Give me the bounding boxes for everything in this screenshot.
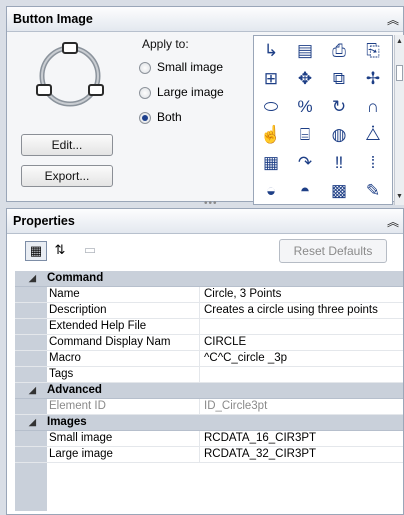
property-value[interactable]: Creates a circle using three points [201,303,404,318]
radio-large-image[interactable]: Large image [139,84,224,100]
text-block-icon[interactable]: ⌸ [291,121,319,149]
category-label: Command [47,272,104,284]
property-name: Element ID [49,399,200,414]
scroll-down-icon[interactable]: ▼ [396,193,403,200]
rotate-icon[interactable]: ↻ [325,93,353,121]
globe-icon[interactable]: ◍ [325,121,353,149]
magnet-icon[interactable]: ∩ [359,93,387,121]
properties-header[interactable]: Properties ︽ [7,209,403,234]
hand-pan-icon[interactable]: ☝ [257,121,285,149]
pencil-icon[interactable]: ✎ [359,177,387,204]
property-row[interactable]: Command Display Nam CIRCLE [15,335,403,351]
offset-icon[interactable]: ⬭ [257,93,285,121]
percent-icon[interactable]: % [291,93,319,121]
move-icon[interactable]: ✥ [291,65,319,93]
expand-triangle-icon[interactable]: ◢ [29,415,36,430]
expand-triangle-icon[interactable]: ◢ [29,383,36,398]
property-name: Tags [49,367,200,382]
grid-icon[interactable]: ▩ [325,177,353,204]
property-value[interactable]: RCDATA_16_CIR3PT [201,431,404,446]
property-row[interactable]: Extended Help File [15,319,403,335]
reset-defaults-button[interactable]: Reset Defaults [279,239,387,263]
radio-circle-icon[interactable] [139,86,151,99]
property-pages-icon[interactable]: ▭ [79,241,101,261]
property-row[interactable]: Name Circle, 3 Points [15,287,403,303]
property-name: Description [49,303,200,318]
export-button[interactable]: Export... [21,165,113,187]
property-value[interactable]: CIRCLE [201,335,404,350]
icon-grid[interactable]: ↳ ▤ ⎙ ⎘ ⊞ ✥ ⧉ ✢ ⬭% ↻ ∩ ☝ ⌸ ◍ ⧊ ▦ ↷ ‼ ⁞ ◒ ◓ ▩ ✎ [253,35,393,205]
radio-circle-icon[interactable] [139,111,151,124]
category-row[interactable]: ◢ Advanced [15,383,403,399]
footprints-icon[interactable]: ‼ [325,149,353,177]
property-row[interactable]: Macro ^C^C_circle _3p [15,351,403,367]
property-row[interactable]: Description Creates a circle using three … [15,303,403,319]
collapse-chevron-icon[interactable]: ︽ [387,11,399,28]
property-row[interactable]: Element ID ID_Circle3pt [15,399,403,415]
radio-circle-icon[interactable] [139,61,151,74]
rotate-arrow-icon[interactable]: ↷ [291,149,319,177]
lightbulb-icon[interactable]: ◒ [257,177,285,204]
category-label: Advanced [47,384,102,396]
properties-panel: Properties ︽ ▦ ⇅ ▭ Reset Defaults ◢ Comma… [6,208,404,515]
collapse-chevron-icon[interactable]: ︽ [387,213,399,230]
shapes-icon[interactable]: ◓ [291,177,319,204]
property-row[interactable]: Small image RCDATA_16_CIR3PT [15,431,403,447]
radio-both[interactable]: Both [139,109,182,125]
button-image-title: Button Image [13,12,93,26]
radio-small-image[interactable]: Small image [139,59,223,75]
property-name: Extended Help File [49,319,200,334]
property-name: Large image [49,447,200,462]
steps-icon[interactable]: ⁞ [359,149,387,177]
property-row[interactable]: Tags [15,367,403,383]
categorized-view-icon[interactable]: ▦ [25,241,47,261]
polyline-icon[interactable]: ↳ [257,37,285,65]
property-row[interactable]: Large image RCDATA_32_CIR3PT [15,447,403,463]
paste-icon[interactable]: ⎘ [359,37,387,65]
category-label: Images [47,416,87,428]
properties-toolbar: ▦ ⇅ ▭ Reset Defaults [7,233,403,267]
circle-preview-icon [36,42,104,107]
property-value[interactable]: ^C^C_circle _3p [201,351,404,366]
layer-stack-icon[interactable]: ▤ [291,37,319,65]
properties-title: Properties [13,214,75,228]
button-image-header[interactable]: Button Image ︽ [7,7,403,32]
scroll-up-icon[interactable]: ▲ [396,38,403,45]
icon-grid-scrollbar[interactable]: ▲ ▼ [394,35,404,205]
property-value[interactable]: RCDATA_32_CIR3PT [201,447,404,462]
scroll-thumb[interactable] [396,65,403,81]
printer-preview-icon[interactable]: ⎙ [325,37,353,65]
property-grid: ◢ Command Name Circle, 3 Points Description C… [15,271,403,463]
edit-button[interactable]: Edit... [21,134,113,156]
property-name: Command Display Nam [49,335,200,350]
category-row[interactable]: ◢ Images [15,415,403,431]
multi-shape-icon[interactable]: ⊞ [257,65,285,93]
property-name: Name [49,287,200,302]
property-value[interactable]: ID_Circle3pt [201,399,404,414]
property-name: Small image [49,431,200,446]
move-cross-icon[interactable]: ✢ [359,65,387,93]
sort-alphabetical-icon[interactable]: ⇅ [49,241,71,261]
table-icon[interactable]: ▦ [257,149,285,177]
button-image-panel: Button Image ︽ Edit... Export... Apply t… [6,6,404,209]
copy-icon[interactable]: ⧉ [325,65,353,93]
category-row[interactable]: ◢ Command [15,271,403,287]
apply-to-label: Apply to: [142,37,189,51]
triangle-icon[interactable]: ⧊ [359,121,387,149]
property-name: Macro [49,351,200,366]
expand-triangle-icon[interactable]: ◢ [29,271,36,286]
property-value[interactable]: Circle, 3 Points [201,287,404,302]
